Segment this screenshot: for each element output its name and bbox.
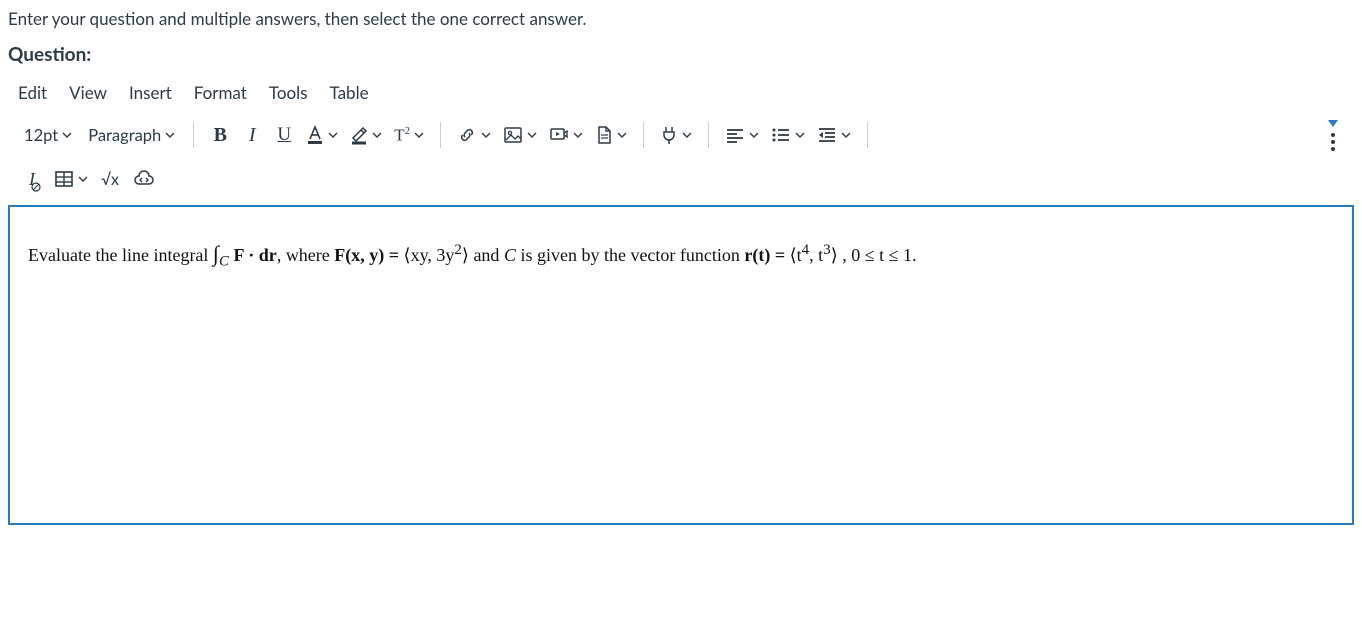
underline-button[interactable]: U [268, 117, 300, 153]
bold-button[interactable]: B [204, 117, 236, 153]
menu-edit[interactable]: Edit [18, 82, 47, 103]
plug-icon [660, 125, 678, 145]
separator [708, 122, 709, 148]
text-color-icon [306, 125, 324, 145]
separator [867, 122, 868, 148]
text-color-button[interactable] [300, 117, 344, 153]
bullet-list-button[interactable] [765, 117, 811, 153]
apps-button[interactable] [654, 117, 698, 153]
superscript-button[interactable]: T2 [388, 117, 430, 153]
italic-icon: I [249, 124, 256, 147]
editor-menubar: Edit View Insert Format Tools Table [8, 76, 1354, 113]
cloud-embed-icon [132, 170, 156, 188]
menu-tools[interactable]: Tools [269, 82, 308, 103]
menu-insert[interactable]: Insert [129, 82, 172, 103]
chevron-down-icon [78, 175, 88, 183]
more-tools-button[interactable] [1320, 118, 1346, 153]
chevron-down-icon [682, 131, 692, 139]
highlight-color-button[interactable] [344, 117, 388, 153]
chevron-down-icon [841, 131, 851, 139]
block-format-dropdown[interactable]: Paragraph [80, 117, 183, 153]
document-icon [595, 125, 613, 145]
clear-formatting-icon: I [29, 169, 35, 190]
block-format-label: Paragraph [88, 125, 161, 145]
toolbar-row-2: I √x [8, 157, 1354, 201]
table-button[interactable] [48, 161, 94, 197]
chevron-down-icon [573, 131, 583, 139]
italic-button[interactable]: I [236, 117, 268, 153]
toolbar-row-1: 12pt Paragraph B I U [8, 113, 1354, 157]
table-icon [54, 170, 74, 188]
bullet-list-icon [771, 127, 791, 143]
chevron-down-icon [795, 131, 805, 139]
outdent-icon [817, 127, 837, 143]
separator [440, 122, 441, 148]
vertical-dots-icon [1331, 133, 1335, 151]
chevron-down-icon [62, 131, 72, 139]
font-size-dropdown[interactable]: 12pt [16, 117, 80, 153]
chevron-down-icon [414, 131, 424, 139]
embed-button[interactable] [126, 161, 162, 197]
menu-view[interactable]: View [69, 82, 107, 103]
image-icon [503, 126, 523, 144]
chevron-down-icon [617, 131, 627, 139]
superscript-icon: T2 [394, 125, 410, 146]
question-text: Evaluate the line integral ∫C F · dr, wh… [28, 245, 916, 265]
media-button[interactable] [543, 117, 589, 153]
indent-button[interactable] [811, 117, 857, 153]
bold-icon: B [214, 124, 227, 147]
editor-content-area[interactable]: Evaluate the line integral ∫C F · dr, wh… [8, 205, 1354, 525]
chevron-down-icon [372, 131, 382, 139]
align-left-icon [725, 127, 745, 143]
underline-icon: U [277, 124, 291, 146]
separator [643, 122, 644, 148]
instructions-text: Enter your question and multiple answers… [8, 8, 1354, 29]
rich-text-editor: Edit View Insert Format Tools Table 12pt… [8, 76, 1354, 525]
chevron-down-icon [328, 131, 338, 139]
sqrt-icon: √x [101, 170, 119, 189]
question-label: Question: [8, 43, 1354, 66]
equation-button[interactable]: √x [94, 161, 126, 197]
image-button[interactable] [497, 117, 543, 153]
align-button[interactable] [719, 117, 765, 153]
chevron-down-icon [165, 131, 175, 139]
font-size-label: 12pt [24, 125, 58, 145]
separator [193, 122, 194, 148]
clear-formatting-button[interactable]: I [16, 161, 48, 197]
chevron-down-icon [749, 131, 759, 139]
link-icon [457, 125, 477, 145]
menu-table[interactable]: Table [330, 82, 369, 103]
media-icon [549, 126, 569, 144]
link-button[interactable] [451, 117, 497, 153]
document-button[interactable] [589, 117, 633, 153]
highlight-icon [350, 125, 368, 145]
chevron-down-icon [527, 131, 537, 139]
menu-format[interactable]: Format [194, 82, 247, 103]
chevron-down-icon [481, 131, 491, 139]
triangle-down-icon [1328, 120, 1338, 127]
